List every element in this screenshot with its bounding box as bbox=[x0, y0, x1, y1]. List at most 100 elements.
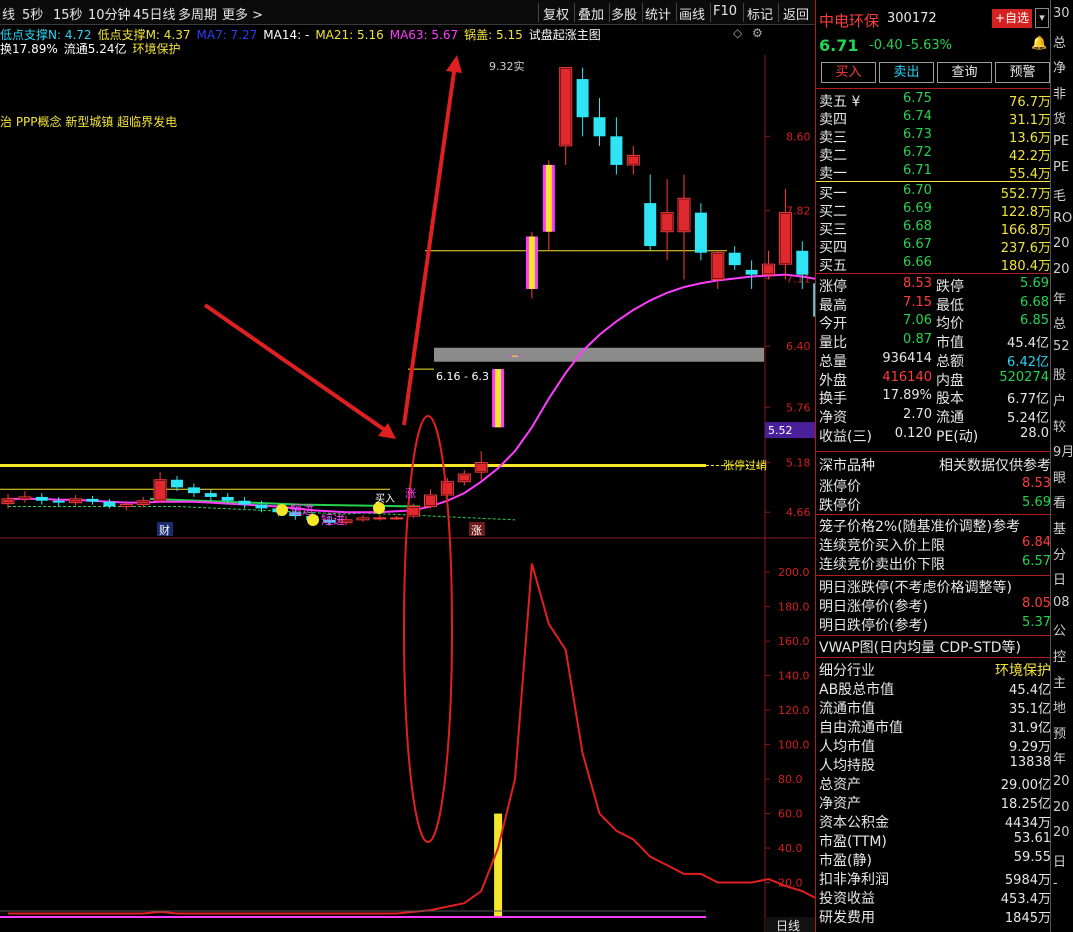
bid-row: 买一 6.70 552.7万 bbox=[816, 183, 1051, 202]
period-tab-line[interactable]: 线 bbox=[2, 4, 15, 23]
stat-key: 换手 bbox=[819, 391, 847, 408]
stat-key: 均价 bbox=[936, 316, 964, 333]
fundamental-row: 市盈(TTM) 53.61 bbox=[816, 831, 1051, 850]
candle-fill bbox=[138, 501, 149, 504]
divider bbox=[816, 575, 1051, 576]
edge-label: 20 bbox=[1053, 774, 1070, 789]
buy-button[interactable]: 买入 bbox=[821, 62, 876, 83]
arrow-head bbox=[446, 55, 462, 73]
fundamental-row: 研发费用 1845万 bbox=[816, 907, 1051, 926]
legend-item: MA14: - bbox=[263, 28, 310, 42]
edge-label: 户 bbox=[1053, 394, 1067, 409]
adjust-button[interactable]: 复权 bbox=[543, 4, 569, 23]
period-tab-multi[interactable]: 多周期 bbox=[178, 4, 217, 23]
overlay-button[interactable]: 叠加 bbox=[578, 4, 604, 23]
bid-volume: 166.8万 bbox=[1000, 223, 1051, 238]
bid-price: 6.70 bbox=[903, 183, 932, 198]
toolbar-divider bbox=[609, 3, 610, 22]
edge-label: 日 bbox=[1053, 573, 1067, 589]
edge-label: 主 bbox=[1053, 675, 1067, 691]
stock-code: 300172 bbox=[887, 11, 937, 26]
stat-row: 最高 7.15 最低 6.68 bbox=[816, 295, 1051, 314]
more-menu[interactable]: 更多 > bbox=[222, 4, 263, 23]
stat-row: 总量 936414 总额 6.42亿 bbox=[816, 351, 1051, 370]
bell-icon[interactable]: 🔔 bbox=[1031, 36, 1047, 51]
industry-key: 细分行业 bbox=[819, 663, 875, 679]
period-tab-15s[interactable]: 15秒 bbox=[53, 4, 83, 23]
edge-label: 看 bbox=[1053, 496, 1067, 512]
market-row: 深市品种 相关数据仅供参考 bbox=[816, 455, 1051, 474]
book-divider bbox=[816, 181, 1051, 182]
period-tab-10min[interactable]: 10分钟 bbox=[88, 4, 131, 23]
toolbar-divider bbox=[538, 3, 539, 22]
draw-line-button[interactable]: 画线 bbox=[679, 4, 705, 23]
mark-button[interactable]: 标记 bbox=[747, 4, 773, 23]
bid-price: 6.69 bbox=[903, 201, 932, 216]
bid-row: 买四 6.67 237.6万 bbox=[816, 237, 1051, 256]
fundamental-row: AB股总市值 45.4亿 bbox=[816, 679, 1051, 698]
edge-label: 年 bbox=[1053, 291, 1067, 307]
statistics-button[interactable]: 统计 bbox=[645, 4, 671, 23]
limit-row: 跌停价 5.69 bbox=[816, 495, 1051, 514]
kline-chart[interactable]: 8.607.827.116.405.765.184.665.52200.0180… bbox=[0, 55, 815, 932]
limit-row: 涨停价 8.53 bbox=[816, 476, 1051, 495]
stat-key: 跌停 bbox=[936, 279, 964, 295]
candle-body bbox=[796, 250, 809, 275]
sell-button[interactable]: 卖出 bbox=[879, 62, 934, 83]
volume-bar bbox=[494, 813, 503, 917]
alert-button[interactable]: 预警 bbox=[995, 62, 1050, 83]
edge-label: 20 bbox=[1053, 825, 1070, 841]
stat-value: 0.87 bbox=[903, 332, 932, 348]
f10-button[interactable]: F10 bbox=[713, 4, 737, 19]
stat-key: 涨停 bbox=[819, 279, 847, 295]
limit-up-candle-core bbox=[495, 369, 502, 428]
fundamental-row-value: 18.25亿 bbox=[1000, 797, 1051, 812]
period-tab-45day[interactable]: 45日线 bbox=[133, 4, 176, 23]
stat-value: 2.70 bbox=[903, 406, 932, 422]
fundamental-row-value: 45.4亿 bbox=[1009, 683, 1051, 698]
limit-row-value: 5.69 bbox=[1022, 495, 1051, 510]
vwap-label: VWAP图(日内均量 CDP-STD等) bbox=[819, 640, 1022, 656]
stat-value: 17.89% bbox=[882, 388, 932, 404]
volume-axis-label: 80.0 bbox=[778, 773, 803, 786]
stat-key: 流通 bbox=[936, 409, 964, 426]
diamond-icon[interactable]: ◇ bbox=[733, 26, 742, 40]
arrow-shaft bbox=[203, 303, 394, 437]
stat-value: 520274 bbox=[999, 369, 1049, 385]
edge-label: 08 bbox=[1053, 594, 1070, 610]
edge-label: 20 bbox=[1053, 262, 1070, 277]
back-button[interactable]: 返回 bbox=[783, 4, 809, 23]
bid-price: 6.66 bbox=[903, 255, 932, 270]
edge-label: 眼 bbox=[1053, 470, 1067, 486]
settings-icon[interactable]: ⚙ bbox=[752, 26, 763, 40]
add-watchlist-button[interactable]: +自选 bbox=[992, 9, 1032, 28]
chevron-down-icon[interactable]: ▾ bbox=[1035, 8, 1049, 28]
stat-value: 5.69 bbox=[1020, 276, 1049, 291]
fundamental-row: 总资产 29.00亿 bbox=[816, 774, 1051, 793]
legend-item: MA7: 7.27 bbox=[196, 28, 258, 42]
stat-row: 量比 0.87 市值 45.4亿 bbox=[816, 332, 1051, 351]
finance-badge-label: 财 bbox=[159, 523, 170, 537]
fundamental-row-value: 31.9亿 bbox=[1009, 721, 1051, 736]
multi-stock-button[interactable]: 多股 bbox=[611, 4, 637, 23]
bid-label: 买四 bbox=[819, 240, 847, 256]
industry-row: 细分行业 环境保护 bbox=[816, 660, 1051, 679]
short-entry-label: 短进 bbox=[321, 513, 345, 527]
resistance-zone bbox=[434, 347, 764, 362]
stat-value: 6.77亿 bbox=[1007, 392, 1049, 408]
period-tab-5s[interactable]: 5秒 bbox=[22, 4, 43, 23]
stat-row: 收益(三) 0.120 PE(动) 28.0 bbox=[816, 426, 1051, 445]
smile-icon bbox=[307, 514, 319, 526]
candle-body bbox=[576, 79, 589, 118]
volume-axis-label: 160.0 bbox=[778, 635, 810, 648]
stat-row: 涨停 8.53 跌停 5.69 bbox=[816, 276, 1051, 295]
fundamental-row-key: AB股总市值 bbox=[819, 682, 895, 698]
bid-volume: 237.6万 bbox=[1000, 241, 1051, 256]
stat-row: 换手 17.89% 股本 6.77亿 bbox=[816, 388, 1051, 408]
cage-row: 连续竞价买入价上限 6.84 bbox=[816, 535, 1051, 554]
ask-label: 卖四 bbox=[819, 112, 847, 128]
query-button[interactable]: 查询 bbox=[937, 62, 992, 83]
market-left: 深市品种 bbox=[819, 458, 875, 474]
limit-row-value: 8.53 bbox=[1022, 476, 1051, 491]
fundamental-row-value: 9.29万 bbox=[1009, 740, 1051, 755]
